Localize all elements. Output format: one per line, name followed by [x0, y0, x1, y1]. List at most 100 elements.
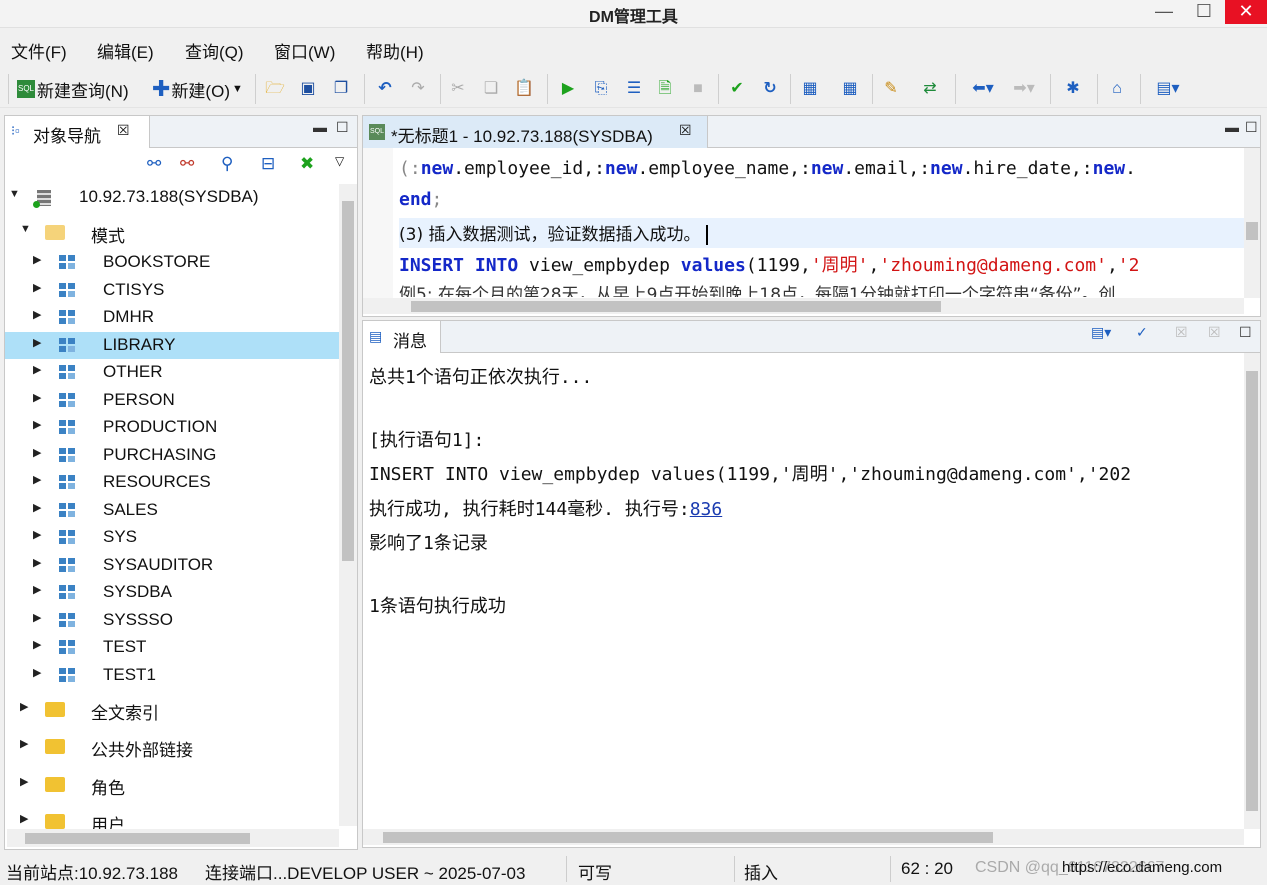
collapse-arrow-icon[interactable]: ▶	[33, 473, 41, 486]
navigator-vertical-scrollbar[interactable]	[339, 184, 357, 826]
connect-icon[interactable]: ⚯	[147, 154, 161, 174]
tree-schema-item[interactable]: ▶ SALES	[5, 497, 341, 524]
messages-horizontal-scrollbar[interactable]	[363, 829, 1244, 845]
menu-edit[interactable]: 编辑(E)	[97, 38, 154, 63]
tree-folder-roles[interactable]: ▶ 角色	[5, 771, 341, 798]
expand-arrow-icon[interactable]: ▼	[20, 223, 31, 235]
redo-icon[interactable]: ↷	[408, 79, 428, 99]
rollback-icon[interactable]: ↻	[760, 79, 780, 99]
calendar-icon[interactable]: ▦	[800, 79, 820, 99]
clear-icon[interactable]: ✓	[1136, 324, 1148, 341]
transfer-icon[interactable]: ⇄	[920, 79, 940, 99]
collapse-arrow-icon[interactable]: ▶	[20, 737, 28, 750]
collapse-arrow-icon[interactable]: ▶	[33, 336, 41, 349]
format-icon[interactable]: ✎	[881, 79, 901, 99]
close-button[interactable]: ✕	[1225, 0, 1267, 24]
scrollbar-thumb[interactable]	[342, 201, 354, 561]
commit-icon[interactable]: ✔	[727, 79, 747, 99]
maximize-panel-icon[interactable]: ☐	[336, 119, 349, 136]
tree-connection[interactable]: ▼ 10.92.73.188(SYSDBA)	[5, 184, 341, 211]
menu-file[interactable]: 文件(F)	[11, 38, 67, 63]
paste-icon[interactable]: 📋	[514, 79, 534, 99]
copy-icon[interactable]: ❏	[481, 79, 501, 99]
tree-folder-users[interactable]: ▶ 用户	[5, 808, 341, 830]
undo-icon[interactable]: ↶	[375, 79, 395, 99]
collapse-arrow-icon[interactable]: ▶	[33, 391, 41, 404]
maximize-panel-icon[interactable]: ☐	[1245, 119, 1258, 136]
collapse-all-icon[interactable]: ⊟	[261, 154, 275, 174]
tree-schema-item[interactable]: ▶ PURCHASING	[5, 442, 341, 469]
exec-id-link[interactable]: 836	[690, 499, 723, 520]
collapse-arrow-icon[interactable]: ▶	[33, 501, 41, 514]
close-icon[interactable]: ☒	[117, 122, 130, 139]
tree-schema-item[interactable]: ▶ BOOKSTORE	[5, 249, 341, 276]
window-layout-icon[interactable]: ▤▾	[1150, 79, 1186, 99]
scrollbar-thumb[interactable]	[383, 832, 993, 843]
collapse-arrow-icon[interactable]: ▶	[33, 253, 41, 266]
home-icon[interactable]: ⌂	[1107, 79, 1127, 99]
scrollbar-thumb[interactable]	[1246, 371, 1258, 811]
tree-schema-item[interactable]: ▶ PRODUCTION	[5, 414, 341, 441]
collapse-arrow-icon[interactable]: ▶	[20, 812, 28, 825]
close-icon[interactable]: ☒	[679, 122, 692, 139]
tree-schema-item[interactable]: ▶ SYS	[5, 524, 341, 551]
refresh-icon[interactable]: ✖	[300, 154, 314, 174]
view-menu-icon[interactable]: ▽	[335, 154, 344, 168]
collapse-arrow-icon[interactable]: ▶	[20, 700, 28, 713]
expand-arrow-icon[interactable]: ▼	[9, 188, 20, 200]
open-folder-icon[interactable]: 🗁	[265, 79, 285, 99]
code-area[interactable]: (:new.employee_id,:new.employee_name,:ne…	[399, 152, 1244, 297]
collapse-arrow-icon[interactable]: ▶	[33, 308, 41, 321]
tree-schema-item[interactable]: ▶ SYSAUDITOR	[5, 552, 341, 579]
tab-object-navigator[interactable]: ⁝▫ 对象导航 ☒	[5, 116, 150, 148]
tree-schema-item[interactable]: ▶ PERSON	[5, 387, 341, 414]
search-icon[interactable]: ⚲	[221, 154, 233, 174]
editor-vertical-scrollbar[interactable]	[1244, 148, 1260, 298]
cut-icon[interactable]: ✂	[448, 79, 468, 99]
tree-schema-item[interactable]: ▶ LIBRARY	[5, 331, 341, 359]
collapse-arrow-icon[interactable]: ▶	[33, 611, 41, 624]
maximize-panel-icon[interactable]: ☐	[1239, 324, 1252, 341]
collapse-arrow-icon[interactable]: ▶	[33, 281, 41, 294]
collapse-arrow-icon[interactable]: ▶	[33, 638, 41, 651]
tree-schema-item[interactable]: ▶ RESOURCES	[5, 469, 341, 496]
back-icon[interactable]: ⬅▾	[965, 79, 1001, 99]
menu-window[interactable]: 窗口(W)	[274, 38, 335, 63]
tree-schema-folder[interactable]: ▼ 模式	[5, 219, 341, 246]
minimize-panel-icon[interactable]: ▬	[313, 119, 327, 135]
run-selection-icon[interactable]: ⎘	[591, 79, 611, 99]
scrollbar-thumb[interactable]	[25, 833, 250, 844]
run-script-icon[interactable]: ☰	[624, 79, 644, 99]
new-button[interactable]: ✚ 新建(O) ▼	[152, 76, 243, 102]
remove-icon[interactable]: ☒	[1175, 324, 1188, 341]
run-icon[interactable]: ▶	[558, 79, 578, 99]
disconnect-icon[interactable]: ⚯	[180, 154, 194, 174]
scrollbar-thumb[interactable]	[411, 301, 941, 312]
stop-icon[interactable]: ■	[688, 79, 708, 99]
view-menu-icon[interactable]: ▤▾	[1091, 324, 1111, 341]
forward-icon[interactable]: ➡▾	[1006, 79, 1042, 99]
collapse-arrow-icon[interactable]: ▶	[33, 583, 41, 596]
new-query-button[interactable]: SQL 新建查询(N)	[17, 76, 129, 102]
minimize-button[interactable]: —	[1143, 0, 1185, 24]
scrollbar-thumb[interactable]	[1246, 222, 1258, 240]
tree-schema-item[interactable]: ▶ CTISYS	[5, 277, 341, 304]
tree-schema-item[interactable]: ▶ TEST1	[5, 662, 341, 689]
menu-query[interactable]: 查询(Q)	[185, 38, 244, 63]
remove-all-icon[interactable]: ☒	[1208, 324, 1221, 341]
minimize-panel-icon[interactable]: ▬	[1225, 119, 1239, 135]
tree-folder-public-links[interactable]: ▶ 公共外部链接	[5, 733, 341, 760]
tree-folder-fulltext[interactable]: ▶ 全文索引	[5, 696, 341, 723]
navigator-horizontal-scrollbar[interactable]	[7, 829, 339, 847]
collapse-arrow-icon[interactable]: ▶	[20, 775, 28, 788]
messages-vertical-scrollbar[interactable]	[1244, 353, 1260, 829]
collapse-arrow-icon[interactable]: ▶	[33, 666, 41, 679]
collapse-arrow-icon[interactable]: ▶	[33, 418, 41, 431]
tree-schema-item[interactable]: ▶ TEST	[5, 634, 341, 661]
explain-icon[interactable]: 🗎	[655, 79, 675, 99]
tree-schema-item[interactable]: ▶ DMHR	[5, 304, 341, 331]
tab-untitled-1[interactable]: SQL *无标题1 - 10.92.73.188(SYSDBA) ☒	[363, 116, 708, 148]
tab-messages[interactable]: ▤ 消息	[363, 321, 441, 353]
collapse-arrow-icon[interactable]: ▶	[33, 446, 41, 459]
schedule-icon[interactable]: ▦	[840, 79, 860, 99]
